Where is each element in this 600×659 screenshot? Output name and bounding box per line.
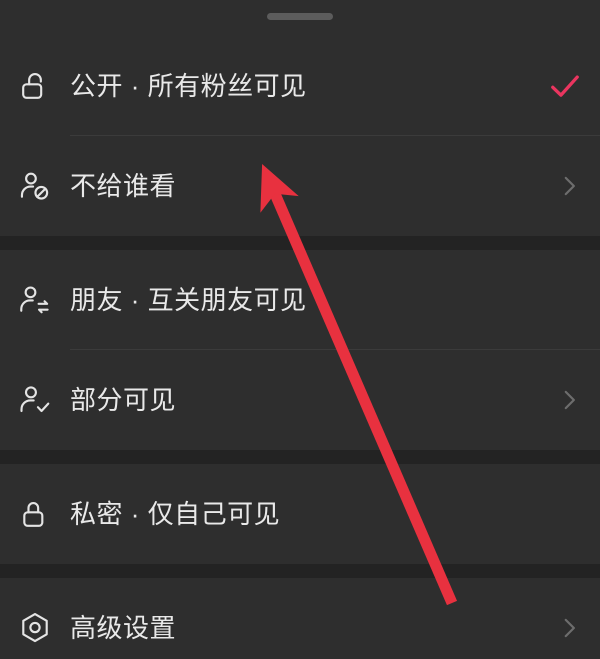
row-private-label: 私密 · 仅自己可见 [70,499,281,529]
person-check-icon [16,381,54,419]
chevron-right-icon[interactable] [548,611,582,645]
bottom-sheet-screen: 公开 · 所有粉丝可见 不给谁看 朋友 · 互关朋友可见 部分可见 私密 · 仅自己可见… [0,0,600,659]
visibility-friends-group: 朋友 · 互关朋友可见 部分可见 [0,250,600,450]
row-public-label: 公开 · 所有粉丝可见 [70,71,307,101]
settings-hex-icon [16,609,54,647]
person-mutual-icon [16,281,54,319]
row-hide-from[interactable]: 不给谁看 [0,136,600,236]
selected-check-icon [548,69,582,103]
row-private[interactable]: 私密 · 仅自己可见 [0,464,600,564]
sheet-handle-area [0,0,600,36]
group-gap-divider [0,236,600,250]
row-accessory-empty [548,497,582,531]
row-advanced-settings-label: 高级设置 [70,613,177,643]
unlock-icon [16,67,54,105]
row-accessory-empty [548,283,582,317]
drag-handle[interactable] [267,13,333,20]
visibility-private-group: 私密 · 仅自己可见 [0,464,600,564]
group-gap-divider [0,564,600,578]
row-advanced-settings[interactable]: 高级设置 [0,578,600,659]
row-hide-from-label: 不给谁看 [70,171,177,201]
group-gap-divider [0,450,600,464]
visibility-primary-group: 公开 · 所有粉丝可见 不给谁看 [0,36,600,236]
lock-icon [16,495,54,533]
row-partial-visible-label: 部分可见 [70,385,177,415]
row-public[interactable]: 公开 · 所有粉丝可见 [0,36,600,136]
chevron-right-icon[interactable] [548,169,582,203]
chevron-right-icon[interactable] [548,383,582,417]
advanced-settings-group: 高级设置 [0,578,600,659]
person-blocked-icon [16,167,54,205]
row-friends[interactable]: 朋友 · 互关朋友可见 [0,250,600,350]
row-partial-visible[interactable]: 部分可见 [0,350,600,450]
row-friends-label: 朋友 · 互关朋友可见 [70,285,307,315]
